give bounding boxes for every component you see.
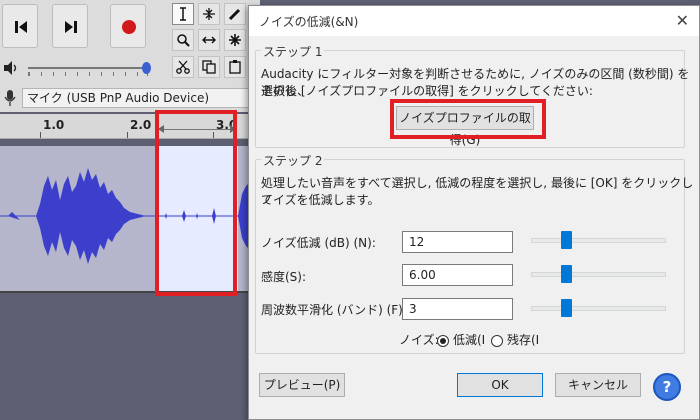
timeline-ruler[interactable]: 1.0 2.0 3.0 <box>0 114 250 139</box>
microphone-icon <box>4 90 16 106</box>
step1-title: ステップ 1 <box>261 43 325 60</box>
frequency-smoothing-slider-thumb[interactable] <box>561 299 573 317</box>
noise-reduction-dialog: ノイズの低減(&N) ✕ ステップ 1 Audacity にフィルター対象を判断… <box>248 5 700 420</box>
dialog-title: ノイズの低減(&N) <box>259 15 359 29</box>
ok-button[interactable]: OK <box>457 373 543 397</box>
sensitivity-slider-thumb[interactable] <box>561 265 573 283</box>
ruler-tick <box>40 132 41 138</box>
step1-text-line2: その後 [ノイズプロファイルの取得] をクリックしてください: <box>261 84 593 98</box>
device-toolbar: マイク (USB PnP Audio Device) <box>0 86 250 110</box>
multi-tool[interactable] <box>224 29 246 51</box>
ruler-tick-label: 1.0 <box>43 118 65 132</box>
record-icon <box>122 20 136 34</box>
time-shift-tool[interactable] <box>198 29 220 51</box>
empty-track-area <box>0 293 250 420</box>
speaker-icon <box>4 61 17 75</box>
recording-device-select[interactable]: マイク (USB PnP Audio Device) <box>22 88 250 108</box>
playback-volume-row <box>0 56 240 80</box>
frequency-smoothing-input[interactable]: 3 <box>402 298 513 320</box>
ruler-tick <box>213 132 214 138</box>
zoom-tool[interactable] <box>172 29 194 51</box>
noise-reduction-slider[interactable] <box>531 238 666 243</box>
skip-to-end-button[interactable] <box>52 4 88 48</box>
help-button[interactable]: ? <box>653 373 681 401</box>
noise-reduction-input[interactable]: 12 <box>402 231 513 253</box>
noise-reduction-slider-thumb[interactable] <box>561 231 573 249</box>
close-icon[interactable]: ✕ <box>676 11 689 30</box>
cancel-button[interactable]: キャンセル <box>555 373 641 397</box>
dialog-titlebar[interactable]: ノイズの低減(&N) ✕ <box>249 6 699 36</box>
envelope-icon <box>203 8 215 20</box>
skip-end-icon <box>65 21 77 33</box>
get-noise-profile-button[interactable]: ノイズプロファイルの取得(G) <box>396 106 534 147</box>
selection-end-marker-icon[interactable] <box>228 124 238 134</box>
frequency-smoothing-slider[interactable] <box>531 306 666 311</box>
magnifier-icon <box>177 34 190 47</box>
ruler-tick-label: 2.0 <box>130 118 152 132</box>
noise-reduction-label: ノイズ低減 (dB) (N): <box>261 236 376 250</box>
pencil-icon <box>228 8 241 21</box>
reduce-radio-label[interactable]: 低減(I <box>453 332 485 349</box>
draw-tool[interactable] <box>224 3 246 25</box>
i-beam-icon <box>180 7 186 21</box>
selection-tool[interactable] <box>172 3 194 25</box>
sensitivity-input[interactable]: 6.00 <box>402 264 513 286</box>
double-arrow-icon <box>202 36 216 44</box>
selection-start-marker-icon[interactable] <box>156 124 166 134</box>
skip-to-start-button[interactable] <box>2 4 38 48</box>
frequency-smoothing-label: 周波数平滑化 (バンド) (F): <box>261 303 407 317</box>
volume-slider-thumb[interactable] <box>142 62 151 74</box>
volume-slider-track[interactable] <box>28 67 146 69</box>
asterisk-icon <box>229 34 241 46</box>
envelope-tool[interactable] <box>198 3 220 25</box>
step2-text-line2: ノイズを低減します。 <box>261 193 380 207</box>
ruler-tick <box>127 132 128 138</box>
reduce-radio[interactable] <box>437 335 449 347</box>
audio-track[interactable] <box>0 146 250 293</box>
noise-option-label: ノイズ: <box>399 333 439 347</box>
volume-ticks <box>28 72 148 76</box>
residue-radio-label[interactable]: 残存(I <box>507 332 539 349</box>
sensitivity-slider[interactable] <box>531 272 666 277</box>
preview-button[interactable]: プレビュー(P) <box>259 373 345 397</box>
step2-title: ステップ 2 <box>261 152 325 169</box>
record-button[interactable] <box>110 4 146 48</box>
waveform <box>0 168 250 264</box>
sensitivity-label: 感度(S): <box>261 270 307 284</box>
selection-span-line <box>158 129 236 130</box>
residue-radio[interactable] <box>491 335 503 347</box>
skip-start-icon <box>15 21 27 33</box>
